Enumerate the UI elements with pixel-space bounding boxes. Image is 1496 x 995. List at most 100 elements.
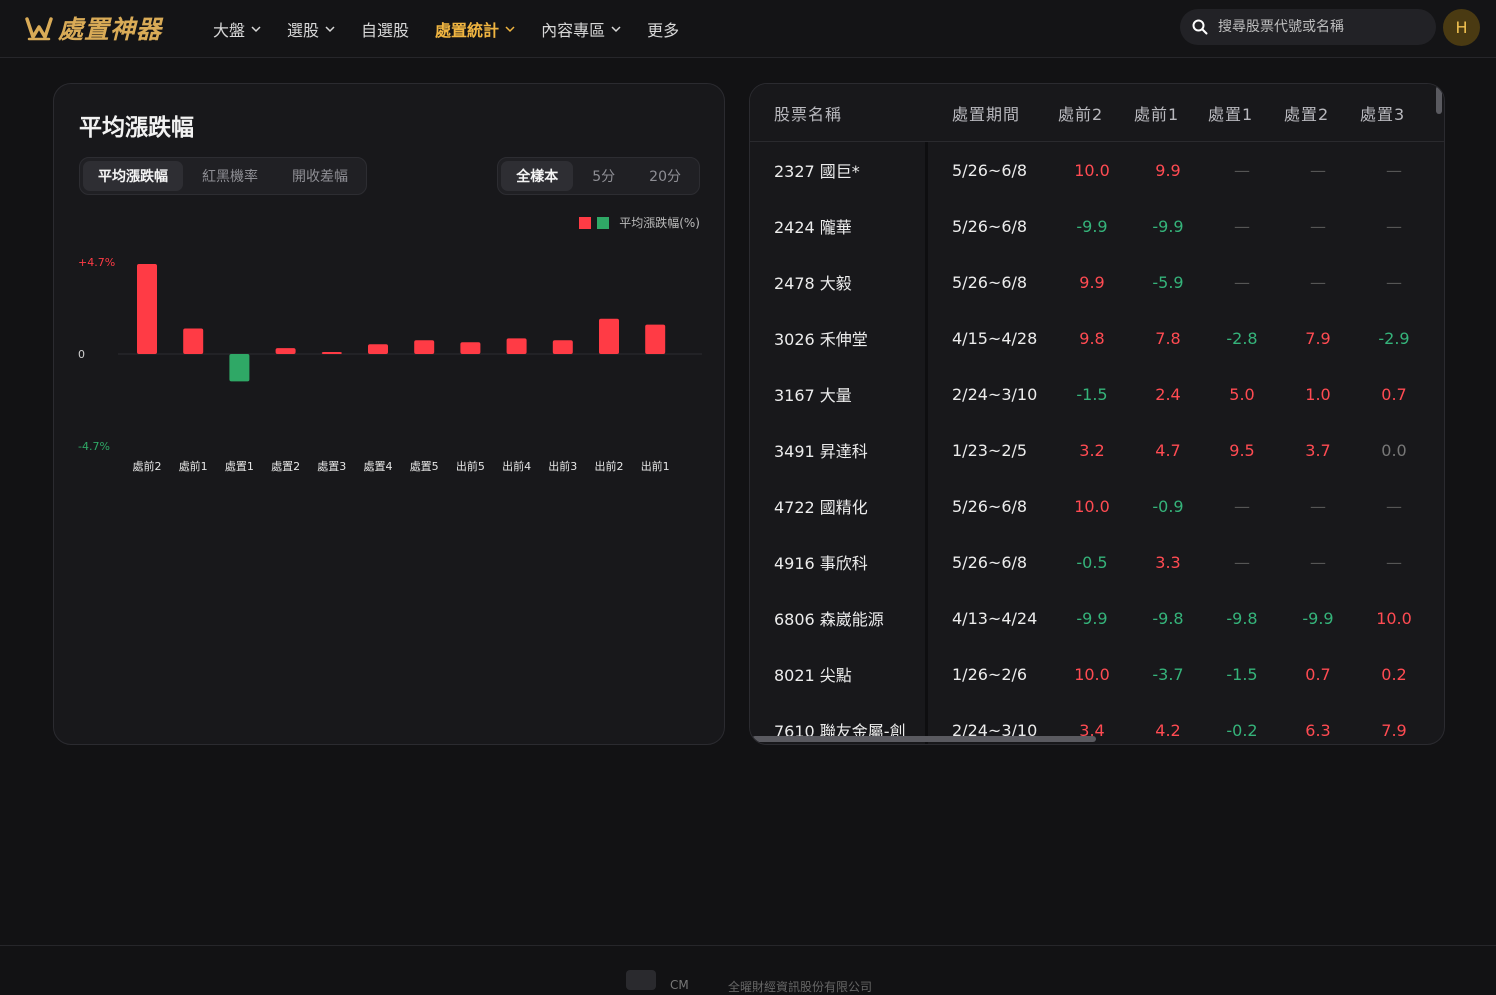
stock-name-cell[interactable]: 3167 大量 bbox=[774, 366, 852, 422]
table-row[interactable]: 4722 國精化 5/26~6/8 10.0 -0.9 — — — bbox=[750, 478, 1444, 534]
value-cell: — bbox=[1310, 272, 1326, 292]
search-box[interactable] bbox=[1180, 9, 1436, 45]
nav-item-2[interactable]: 自選股 bbox=[361, 17, 409, 41]
stock-name-cell[interactable]: 6806 森崴能源 bbox=[774, 590, 884, 646]
value-cell: — bbox=[1234, 552, 1250, 572]
column-header-3[interactable]: 處前1 bbox=[1134, 84, 1179, 142]
avatar[interactable]: H bbox=[1443, 9, 1480, 46]
column-header-4[interactable]: 處置1 bbox=[1208, 84, 1253, 142]
value-cell: 10.0 bbox=[1074, 160, 1110, 180]
tab-metric-1[interactable]: 紅黑機率 bbox=[187, 161, 273, 191]
horizontal-scrollbar[interactable] bbox=[752, 736, 1096, 742]
value-cell: -0.5 bbox=[1076, 552, 1108, 572]
value-cell: 0.7 bbox=[1305, 664, 1331, 684]
stock-name-cell[interactable]: 3026 禾伸堂 bbox=[774, 310, 868, 366]
x-tick-label: 處前1 bbox=[179, 459, 208, 473]
chevron-down-icon bbox=[251, 26, 261, 33]
value-cell: — bbox=[1386, 160, 1402, 180]
stock-name-cell[interactable]: 2478 大毅 bbox=[774, 254, 852, 310]
legend-label: 平均漲跌幅(%) bbox=[619, 216, 700, 230]
value-cell: 10.0 bbox=[1074, 496, 1110, 516]
bar-處置2 bbox=[275, 348, 296, 354]
value-cell: — bbox=[1386, 216, 1402, 236]
value-cell: — bbox=[1310, 216, 1326, 236]
value-cell: 2.4 bbox=[1155, 384, 1181, 404]
average-change-card: 平均漲跌幅 平均漲跌幅 紅黑機率 開收差幅 全樣本 5分 20分 平均漲跌幅(%) +4… bbox=[53, 83, 725, 745]
footer-brand: CM bbox=[670, 978, 689, 992]
period-cell: 4/15~4/28 bbox=[952, 328, 1038, 348]
tab-metric-2[interactable]: 開收差幅 bbox=[277, 161, 363, 191]
value-cell: 9.5 bbox=[1229, 440, 1255, 460]
sample-tabs: 全樣本 5分 20分 bbox=[497, 157, 700, 195]
bar-處前1 bbox=[183, 328, 204, 354]
value-cell: 7.8 bbox=[1155, 328, 1181, 348]
tab-sample-2[interactable]: 20分 bbox=[634, 161, 696, 191]
bar-出前5 bbox=[460, 342, 481, 354]
stock-name-cell[interactable]: 8021 尖點 bbox=[774, 646, 852, 702]
vertical-scrollbar[interactable] bbox=[1436, 86, 1442, 114]
chevron-down-icon bbox=[325, 26, 335, 33]
value-cell: -9.8 bbox=[1152, 608, 1184, 628]
bar-處前2 bbox=[137, 263, 157, 354]
tab-sample-1[interactable]: 5分 bbox=[577, 161, 630, 191]
stock-name-cell[interactable]: 2424 隴華 bbox=[774, 198, 852, 254]
chevron-down-icon bbox=[505, 26, 515, 33]
nav-item-3[interactable]: 處置統計 bbox=[435, 17, 515, 41]
value-cell: 3.2 bbox=[1079, 440, 1105, 460]
stock-name-cell[interactable]: 2327 國巨* bbox=[774, 142, 860, 198]
nav-item-1[interactable]: 選股 bbox=[287, 17, 335, 41]
footer: CM 全曜財經資訊股份有限公司 bbox=[0, 945, 1496, 994]
disposal-table[interactable]: 股票名稱 處置期間 處前2 處前1 處置1 處置2 處置3 2327 國巨* 5/26~6/8… bbox=[749, 83, 1445, 745]
nav-item-label: 選股 bbox=[287, 21, 320, 40]
legend-down-swatch bbox=[597, 216, 610, 229]
nav-item-5[interactable]: 更多 bbox=[647, 17, 679, 41]
value-cell: -9.9 bbox=[1152, 216, 1184, 236]
stock-name-cell[interactable]: 4916 事欣科 bbox=[774, 534, 868, 590]
value-cell: — bbox=[1310, 160, 1326, 180]
period-cell: 5/26~6/8 bbox=[952, 272, 1028, 292]
table-row[interactable]: 3491 昇達科 1/23~2/5 3.2 4.7 9.5 3.7 0.0 bbox=[750, 422, 1444, 478]
value-cell: 9.9 bbox=[1155, 160, 1181, 180]
table-row[interactable]: 2478 大毅 5/26~6/8 9.9 -5.9 — — — bbox=[750, 254, 1444, 310]
value-cell: 0.7 bbox=[1381, 384, 1407, 404]
logo[interactable]: 處置神器 bbox=[24, 10, 162, 46]
table-row[interactable]: 3167 大量 2/24~3/10 -1.5 2.4 5.0 1.0 0.7 bbox=[750, 366, 1444, 422]
value-cell: 5.0 bbox=[1229, 384, 1255, 404]
chevron-down-icon bbox=[611, 26, 621, 33]
nav-item-4[interactable]: 內容專區 bbox=[541, 17, 621, 41]
column-header-5[interactable]: 處置2 bbox=[1284, 84, 1329, 142]
bar-出前2 bbox=[599, 318, 619, 354]
x-tick-label: 處前2 bbox=[133, 459, 162, 473]
nav-item-0[interactable]: 大盤 bbox=[213, 17, 261, 41]
table-row[interactable]: 2424 隴華 5/26~6/8 -9.9 -9.9 — — — bbox=[750, 198, 1444, 254]
period-cell: 2/24~3/10 bbox=[952, 384, 1038, 404]
stock-name-cell[interactable]: 3491 昇達科 bbox=[774, 422, 868, 478]
logo-icon bbox=[25, 17, 53, 41]
table-row[interactable]: 3026 禾伸堂 4/15~4/28 9.8 7.8 -2.8 7.9 -2.9 bbox=[750, 310, 1444, 366]
column-header-6[interactable]: 處置3 bbox=[1360, 84, 1405, 142]
tab-sample-0[interactable]: 全樣本 bbox=[501, 161, 574, 191]
value-cell: — bbox=[1310, 496, 1326, 516]
period-cell: 5/26~6/8 bbox=[952, 216, 1028, 236]
value-cell: 0.0 bbox=[1381, 440, 1407, 460]
column-header-2[interactable]: 處前2 bbox=[1058, 84, 1103, 142]
table-row[interactable]: 8021 尖點 1/26~2/6 10.0 -3.7 -1.5 0.7 0.2 bbox=[750, 646, 1444, 702]
table-row[interactable]: 4916 事欣科 5/26~6/8 -0.5 3.3 — — — bbox=[750, 534, 1444, 590]
legend-up-swatch bbox=[579, 216, 592, 229]
value-cell: -9.9 bbox=[1076, 216, 1108, 236]
value-cell: -9.9 bbox=[1076, 608, 1108, 628]
column-header-1[interactable]: 處置期間 bbox=[952, 84, 1020, 142]
table-row[interactable]: 6806 森崴能源 4/13~4/24 -9.9 -9.8 -9.8 -9.9 10.0 bbox=[750, 590, 1444, 646]
column-header-0[interactable]: 股票名稱 bbox=[774, 84, 842, 142]
table-row[interactable]: 2327 國巨* 5/26~6/8 10.0 9.9 — — — bbox=[750, 142, 1444, 198]
value-cell: — bbox=[1386, 552, 1402, 572]
search-input[interactable] bbox=[1218, 19, 1418, 35]
x-tick-label: 處置5 bbox=[410, 459, 439, 473]
stock-name-cell[interactable]: 4722 國精化 bbox=[774, 478, 868, 534]
value-cell: 9.8 bbox=[1079, 328, 1105, 348]
bar-處置1 bbox=[229, 354, 250, 382]
tab-metric-0[interactable]: 平均漲跌幅 bbox=[83, 161, 183, 191]
x-tick-label: 處置2 bbox=[271, 459, 300, 473]
value-cell: 10.0 bbox=[1074, 664, 1110, 684]
value-cell: -9.8 bbox=[1226, 608, 1258, 628]
